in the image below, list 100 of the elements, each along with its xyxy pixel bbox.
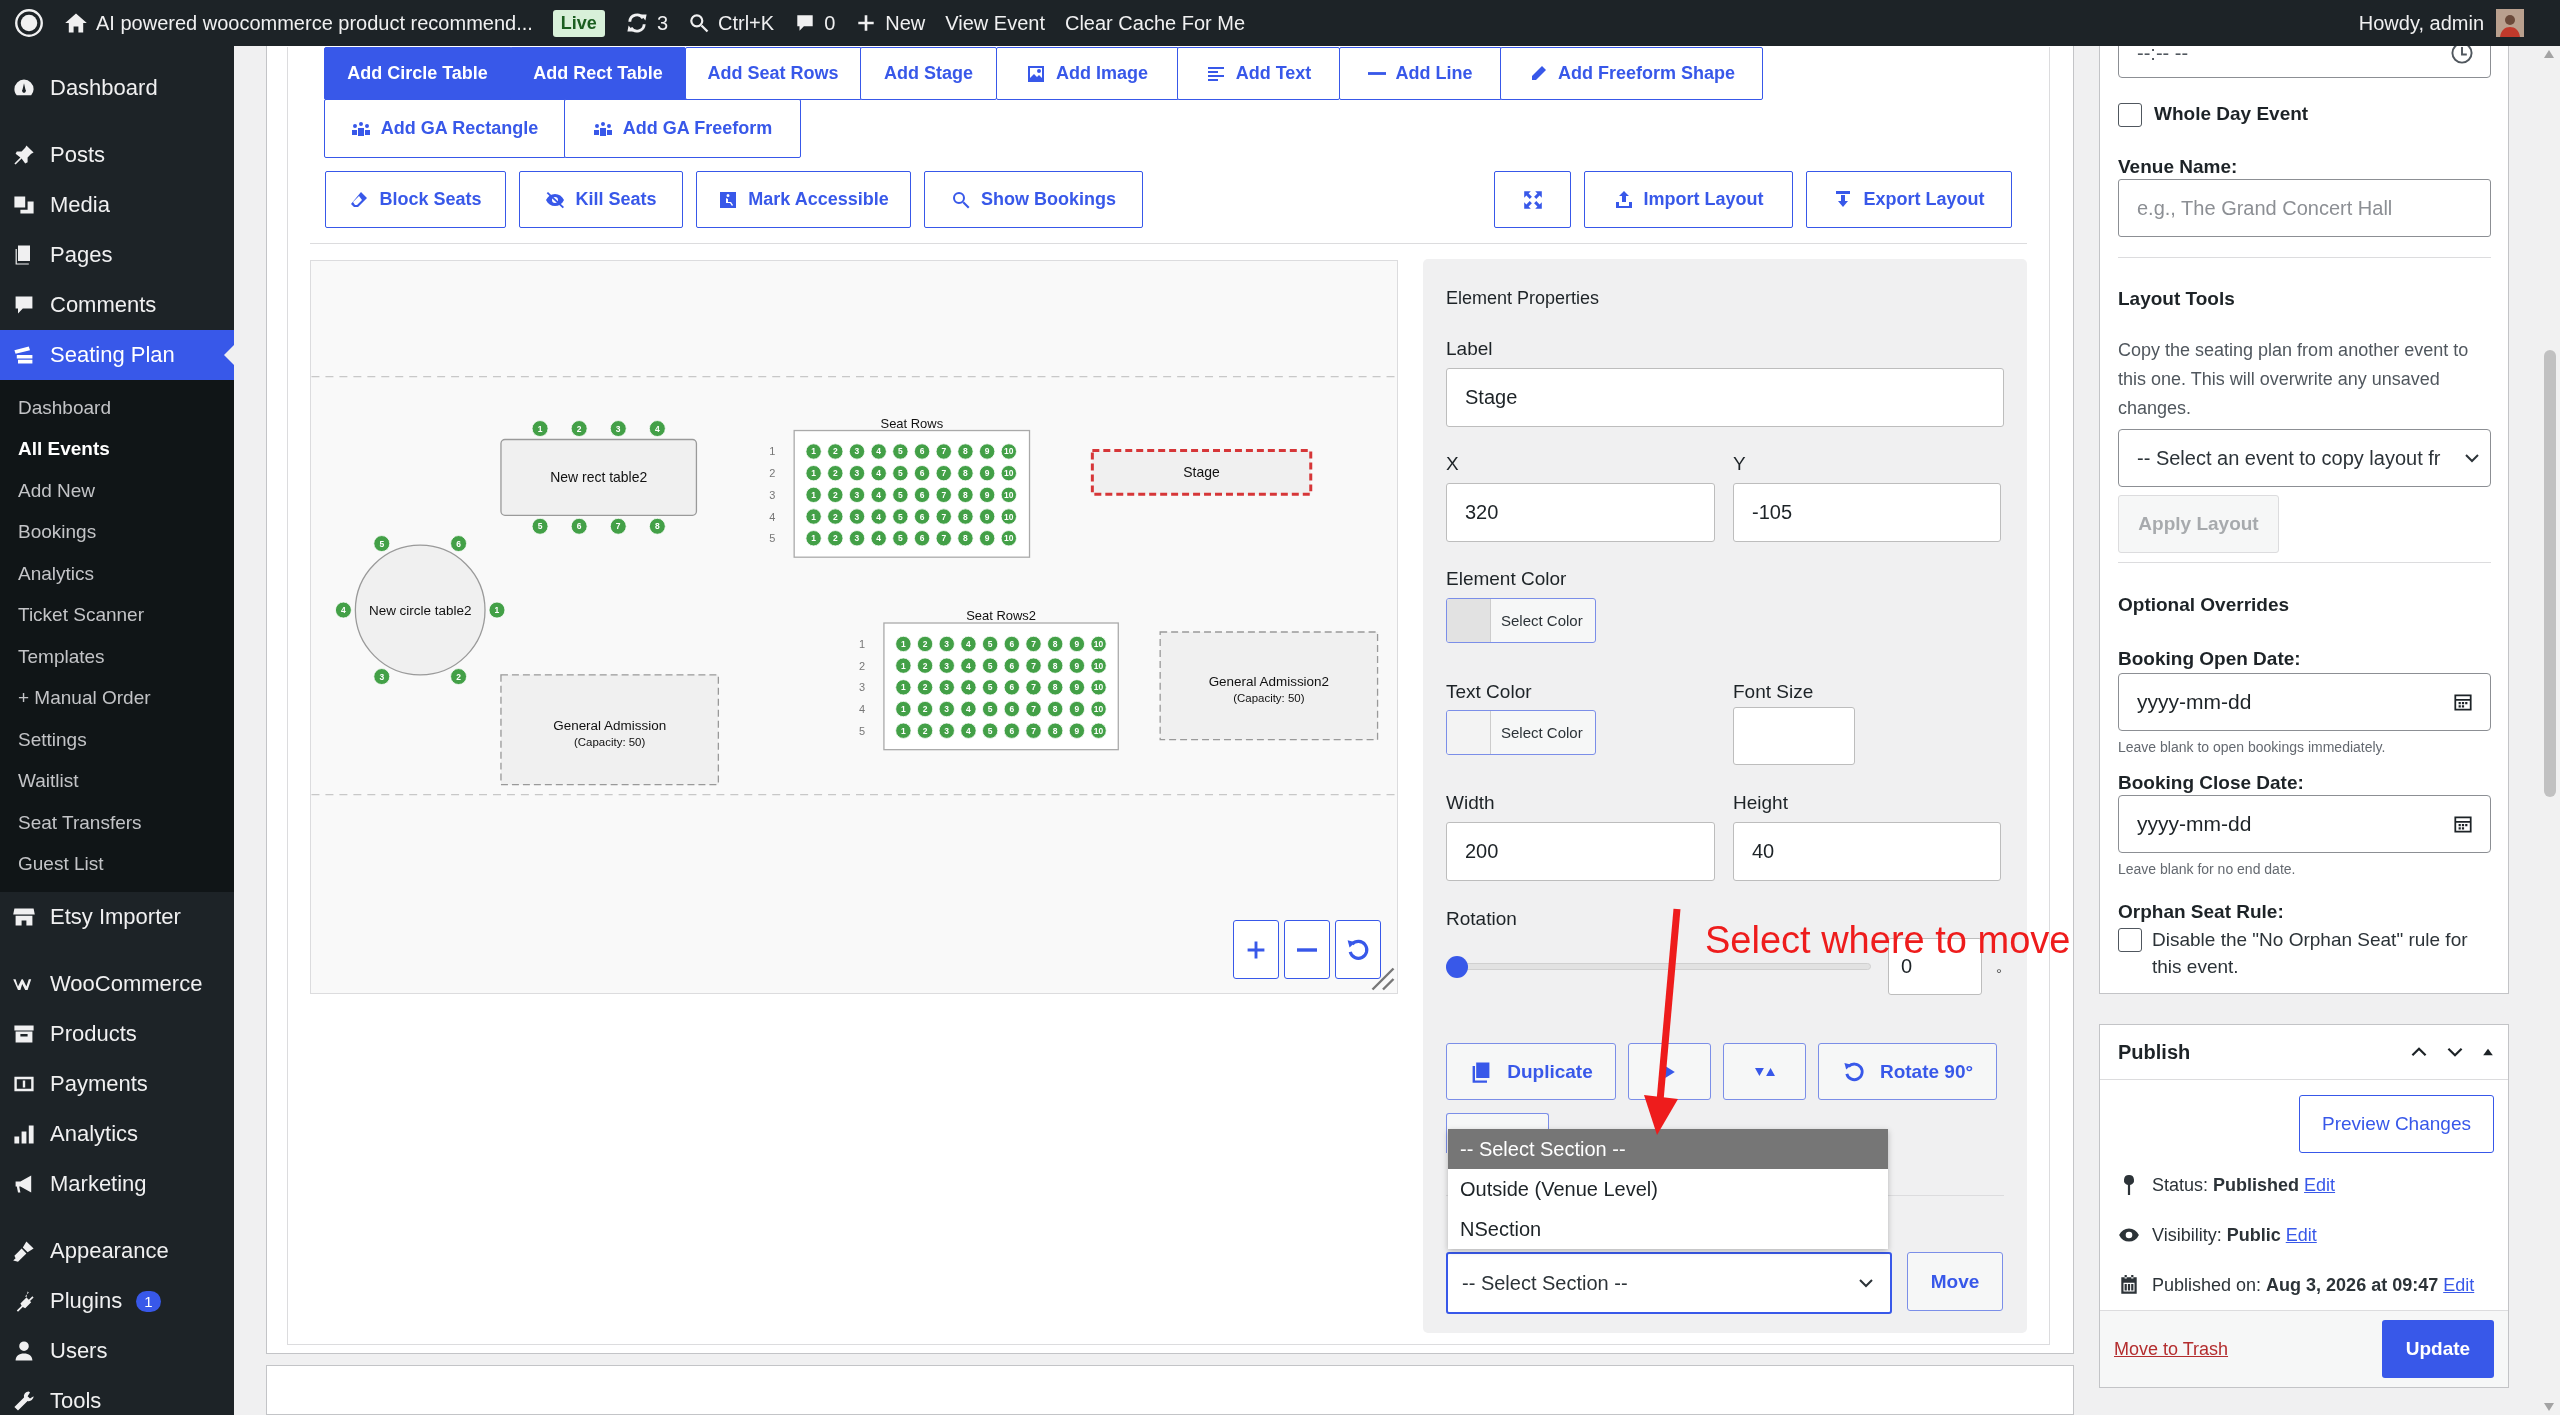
time-field[interactable]: --:-- -- — [2118, 46, 2491, 78]
seat[interactable]: 6 — [914, 508, 931, 525]
action-button[interactable] — [1723, 1043, 1806, 1100]
seat[interactable]: 1 — [805, 443, 822, 460]
add-button[interactable]: Add Text — [1177, 47, 1340, 100]
seat[interactable]: 7 — [1025, 722, 1042, 739]
slider-thumb[interactable] — [1446, 955, 1468, 978]
submenu-item[interactable]: Waitlist — [0, 760, 234, 802]
seat[interactable]: 7 — [1025, 657, 1042, 674]
dropdown-option[interactable]: Outside (Venue Level) — [1448, 1169, 1888, 1209]
seat[interactable]: 1 — [895, 657, 912, 674]
seat[interactable]: 5 — [982, 657, 999, 674]
add-button[interactable]: Add GA Rectangle — [323, 99, 566, 158]
seat[interactable]: 4 — [960, 700, 977, 718]
submenu-item[interactable]: Guest List — [0, 843, 234, 885]
seat[interactable]: 1 — [895, 679, 912, 696]
seat[interactable]: 1 — [805, 530, 822, 547]
seat[interactable]: 3 — [938, 679, 955, 696]
seating-canvas[interactable] — [310, 260, 1398, 994]
comments-count[interactable]: 0 — [824, 11, 836, 35]
submenu-item[interactable]: Dashboard — [0, 387, 234, 429]
submenu-item[interactable]: + Manual Order — [0, 677, 234, 719]
seat[interactable]: 7 — [609, 517, 627, 535]
updates-count[interactable]: 3 — [656, 11, 668, 35]
seat[interactable]: 4 — [960, 679, 977, 696]
menu-item[interactable]: Posts — [0, 130, 234, 180]
add-button[interactable]: Add Rect Table — [510, 47, 686, 100]
seat[interactable]: 1 — [805, 508, 822, 525]
seat[interactable]: 4 — [960, 722, 977, 739]
seat[interactable]: 8 — [1047, 657, 1064, 674]
search-icon[interactable] — [688, 12, 710, 34]
color-picker-button[interactable]: Select Color — [1446, 598, 1596, 643]
submenu-item[interactable]: Add New — [0, 470, 234, 512]
seat[interactable]: 10 — [1090, 657, 1107, 674]
action-button[interactable]: Duplicate — [1446, 1043, 1616, 1100]
new-link[interactable]: New — [885, 11, 926, 35]
x-field[interactable]: 320 — [1446, 483, 1715, 542]
tool-button[interactable]: Kill Seats — [519, 171, 683, 228]
resize-handle-icon[interactable] — [1369, 965, 1397, 993]
seat[interactable]: 2 — [570, 420, 588, 437]
seat[interactable]: 5 — [531, 517, 549, 535]
seat[interactable]: 5 — [892, 443, 909, 460]
seat[interactable]: 8 — [648, 517, 666, 535]
seat[interactable]: 3 — [609, 420, 627, 437]
menu-item[interactable]: Etsy Importer — [0, 892, 234, 942]
menu-item[interactable]: WooCommerce — [0, 959, 234, 1009]
seat[interactable]: 7 — [1025, 679, 1042, 696]
seat[interactable]: 8 — [957, 443, 974, 460]
seat[interactable]: 5 — [982, 679, 999, 696]
admin-bar-link[interactable]: View Event — [945, 11, 1045, 35]
seat[interactable]: 8 — [957, 486, 974, 503]
seat[interactable]: 3 — [848, 508, 866, 525]
seat[interactable]: 8 — [957, 508, 974, 525]
action-button[interactable]: Rotate 90° — [1818, 1043, 1997, 1100]
seat[interactable]: 8 — [957, 530, 974, 547]
submenu-item[interactable]: Ticket Scanner — [0, 594, 234, 636]
date-field[interactable]: yyyy-mm-dd — [2118, 673, 2491, 731]
seat[interactable]: 2 — [827, 443, 844, 460]
home-icon[interactable] — [64, 11, 88, 35]
seat[interactable]: 1 — [895, 635, 912, 653]
seat[interactable]: 10 — [1000, 443, 1017, 460]
admission-area[interactable]: General Admission (Capacity: 50) — [500, 674, 719, 786]
tool-button[interactable]: Mark Accessible — [696, 171, 911, 228]
admin-bar-link[interactable]: Clear Cache For Me — [1064, 11, 1246, 35]
submenu-item[interactable]: Analytics — [0, 553, 234, 595]
seat[interactable]: 4 — [648, 420, 666, 437]
action-button[interactable] — [1628, 1043, 1711, 1100]
y-field[interactable]: -105 — [1733, 483, 2001, 542]
seat[interactable]: 8 — [1047, 679, 1064, 696]
seat[interactable]: 7 — [1025, 700, 1042, 718]
seat[interactable]: 4 — [960, 635, 977, 653]
section-select[interactable]: -- Select Section -- — [1446, 1252, 1892, 1314]
zoom-in-button[interactable] — [1233, 920, 1279, 979]
submenu-item[interactable]: All Events — [0, 428, 234, 470]
move-to-trash-link[interactable]: Move to Trash — [2114, 1338, 2229, 1360]
greeting[interactable]: Howdy, admin — [2358, 11, 2484, 35]
seat[interactable]: 6 — [1003, 657, 1020, 674]
seat[interactable]: 2 — [827, 508, 844, 525]
seat[interactable]: 5 — [373, 535, 391, 552]
venue-field[interactable]: e.g., The Grand Concert Hall — [2118, 179, 2491, 237]
seat[interactable]: 5 — [892, 486, 909, 503]
menu-item[interactable]: Pages — [0, 230, 234, 280]
add-button[interactable]: Add Stage — [860, 47, 997, 100]
menu-item[interactable]: Dashboard — [0, 63, 234, 113]
seat[interactable]: 9 — [1068, 679, 1085, 696]
label-field[interactable]: Stage — [1446, 368, 2004, 427]
menu-item[interactable]: Tools — [0, 1376, 234, 1415]
add-button[interactable]: Add Image — [995, 47, 1179, 100]
seat[interactable]: 10 — [1090, 679, 1107, 696]
seat[interactable]: 1 — [531, 420, 549, 437]
seat[interactable]: 2 — [917, 679, 934, 696]
seat[interactable]: 3 — [938, 657, 955, 674]
admission-area[interactable]: General Admission2 (Capacity: 50) — [1159, 631, 1379, 741]
seat[interactable]: 7 — [1025, 635, 1042, 653]
add-button[interactable]: Add Circle Table — [323, 47, 512, 100]
edit-link[interactable]: Edit — [2443, 1274, 2475, 1295]
seat[interactable]: 6 — [570, 517, 588, 535]
add-button[interactable]: Add Line — [1338, 47, 1502, 100]
seat[interactable]: 8 — [957, 465, 974, 482]
seat[interactable]: 5 — [892, 508, 909, 525]
